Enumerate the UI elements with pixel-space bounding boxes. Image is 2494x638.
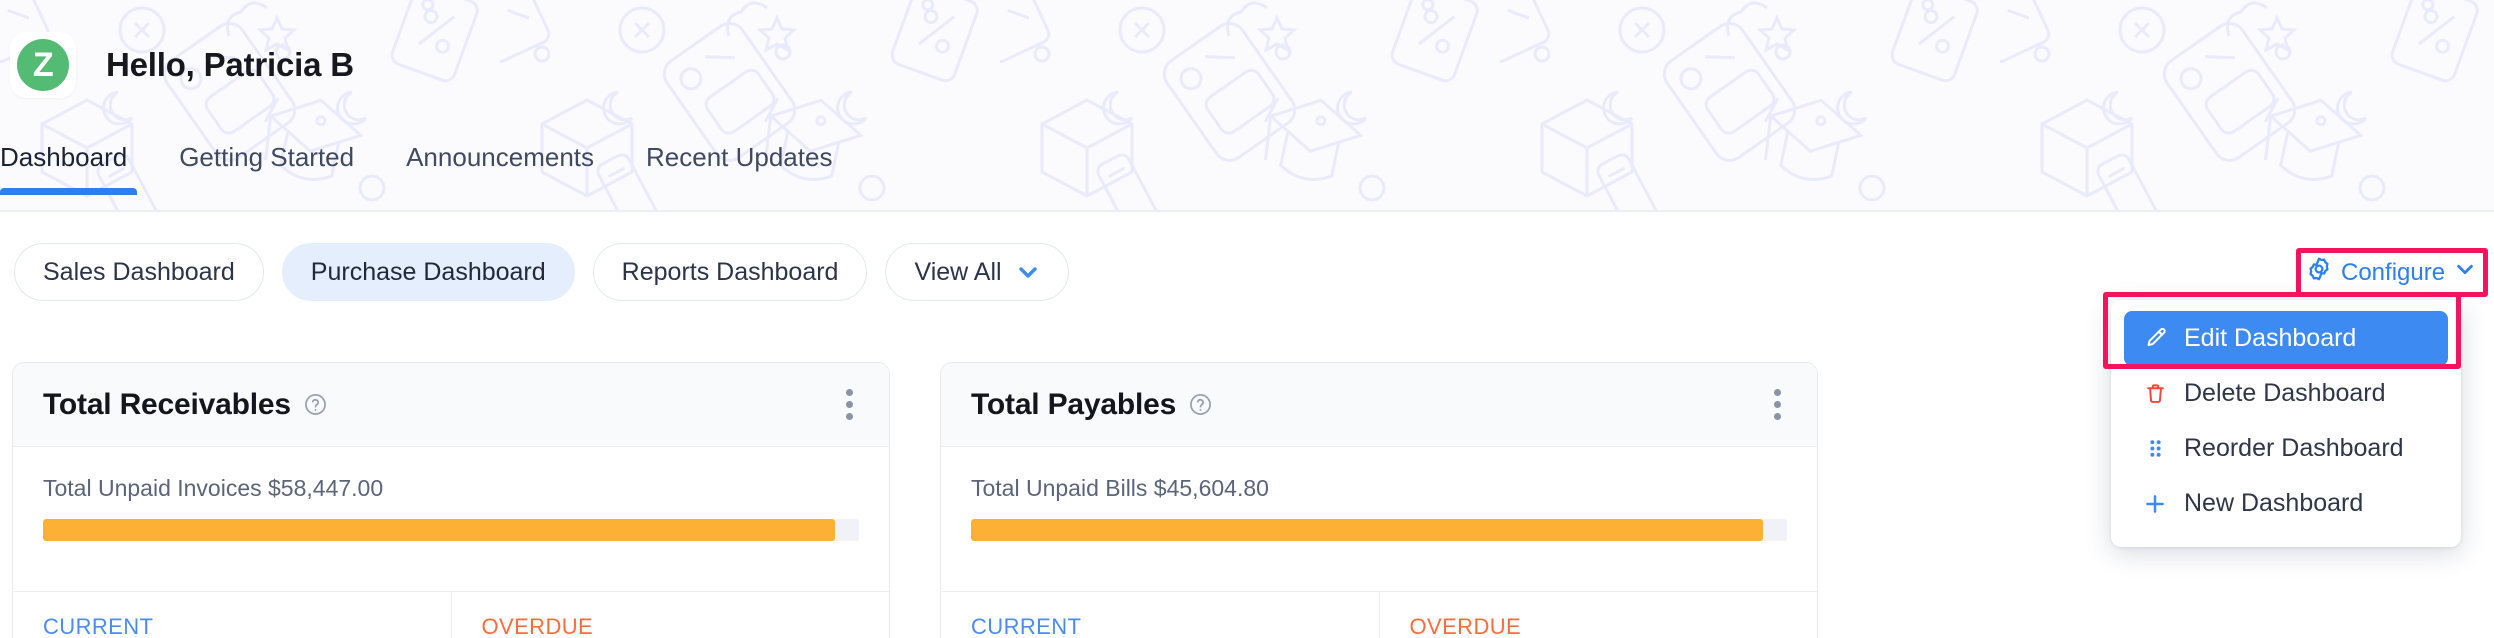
tabs-divider [0, 210, 2494, 212]
page-title: Hello, Patricia B [106, 46, 354, 83]
payables-progress-fill [971, 519, 1763, 541]
tab-getting-started[interactable]: Getting Started [153, 128, 380, 195]
pill-sales-dashboard-label: Sales Dashboard [43, 257, 235, 286]
footer-overdue[interactable]: OVERDUE [450, 592, 890, 638]
tab-announcements-label: Announcements [406, 142, 594, 172]
configure-dropdown-menu: Edit Dashboard Delete Dashboard Reorder … [2111, 300, 2461, 547]
help-circle-icon[interactable] [1188, 392, 1213, 417]
menu-item-edit-dashboard[interactable]: Edit Dashboard [2124, 311, 2448, 366]
configure-label: Configure [2341, 258, 2446, 286]
payables-progress-track [971, 519, 1787, 541]
card-total-receivables: Total Receivables Total Unpaid Invoices … [12, 362, 890, 638]
dashboard-page: Z Hello, Patricia B Dashboard Getting St… [0, 0, 2494, 638]
drag-dots-icon [2140, 436, 2170, 461]
tab-getting-started-label: Getting Started [179, 142, 355, 172]
configure-button-wrapper: Configure [2296, 248, 2489, 297]
footer-current[interactable]: CURRENT [13, 592, 451, 638]
card-footer: CURRENT OVERDUE [941, 591, 1817, 638]
card-body: Total Unpaid Invoices $58,447.00 [13, 447, 889, 541]
zoho-logo-icon: Z [17, 39, 69, 91]
card-total-payables: Total Payables Total Unpaid Bills $45,60… [940, 362, 1818, 638]
trash-icon [2140, 381, 2170, 406]
pill-reports-dashboard-label: Reports Dashboard [621, 257, 839, 286]
pill-purchase-dashboard-label: Purchase Dashboard [310, 257, 546, 286]
menu-item-new-dashboard-label: New Dashboard [2184, 489, 2364, 517]
chevron-down-icon [1016, 260, 1040, 284]
unpaid-summary: Total Unpaid Bills $45,604.80 [971, 475, 1269, 501]
card-body: Total Unpaid Bills $45,604.80 [941, 447, 1817, 541]
footer-current-label: CURRENT [43, 613, 154, 638]
pill-view-all-label: View All [914, 257, 1002, 286]
tab-dashboard[interactable]: Dashboard [0, 128, 153, 195]
card-footer: CURRENT OVERDUE [13, 591, 889, 638]
receivables-progress-track [43, 519, 859, 541]
kebab-menu-icon[interactable] [836, 381, 863, 428]
tab-announcements[interactable]: Announcements [380, 128, 620, 195]
card-header: Total Receivables [13, 363, 889, 447]
configure-button[interactable]: Configure [2306, 256, 2476, 289]
card-title: Total Payables [971, 387, 1177, 421]
menu-item-reorder-dashboard-label: Reorder Dashboard [2184, 434, 2404, 462]
app-logo-tile[interactable]: Z [10, 32, 76, 98]
card-header: Total Payables [941, 363, 1817, 447]
footer-overdue-label: OVERDUE [1409, 613, 1522, 638]
plus-icon [2140, 491, 2170, 517]
header-row: Z Hello, Patricia B [0, 0, 2494, 130]
footer-overdue[interactable]: OVERDUE [1378, 592, 1818, 638]
help-circle-icon[interactable] [303, 392, 328, 417]
pill-view-all[interactable]: View All [885, 243, 1069, 301]
footer-current-label: CURRENT [971, 613, 1082, 638]
receivables-progress-fill [43, 519, 835, 541]
chevron-down-icon [2454, 258, 2476, 287]
card-title: Total Receivables [43, 387, 291, 421]
configure-highlight-box: Configure [2296, 248, 2489, 297]
main-tabs: Dashboard Getting Started Announcements … [0, 128, 2494, 212]
menu-item-delete-dashboard-label: Delete Dashboard [2184, 379, 2386, 407]
kebab-menu-icon[interactable] [1764, 381, 1791, 428]
dashboard-pill-group: Sales Dashboard Purchase Dashboard Repor… [14, 243, 1069, 301]
menu-item-delete-dashboard[interactable]: Delete Dashboard [2124, 366, 2448, 421]
unpaid-summary: Total Unpaid Invoices $58,447.00 [43, 475, 384, 501]
tab-recent-updates-label: Recent Updates [646, 142, 833, 172]
menu-item-reorder-dashboard[interactable]: Reorder Dashboard [2124, 421, 2448, 476]
menu-item-new-dashboard[interactable]: New Dashboard [2124, 476, 2448, 531]
gear-icon [2306, 256, 2332, 289]
menu-item-edit-dashboard-label: Edit Dashboard [2184, 324, 2357, 352]
footer-overdue-label: OVERDUE [481, 613, 594, 638]
footer-current[interactable]: CURRENT [941, 592, 1379, 638]
tab-dashboard-label: Dashboard [0, 142, 128, 172]
pill-purchase-dashboard[interactable]: Purchase Dashboard [281, 243, 575, 301]
pill-reports-dashboard[interactable]: Reports Dashboard [592, 243, 868, 301]
tab-recent-updates[interactable]: Recent Updates [620, 128, 858, 195]
header-band: Z Hello, Patricia B Dashboard Getting St… [0, 0, 2494, 212]
pill-sales-dashboard[interactable]: Sales Dashboard [14, 243, 264, 301]
pencil-icon [2140, 326, 2170, 351]
